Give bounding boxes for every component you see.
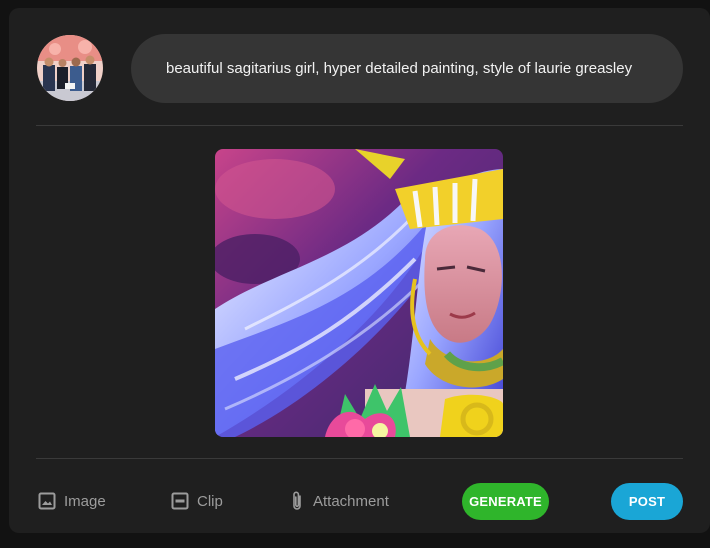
generate-button[interactable]: GENERATE [462, 483, 549, 520]
image-button[interactable]: Image [38, 488, 106, 514]
divider [36, 458, 683, 459]
paperclip-icon [293, 491, 301, 510]
clip-button-label: Clip [197, 492, 223, 510]
attachment-button-label: Attachment [313, 492, 389, 510]
avatar-photo [37, 35, 103, 101]
image-button-label: Image [64, 492, 106, 510]
prompt-input[interactable] [131, 34, 683, 103]
clip-button[interactable]: Clip [171, 488, 223, 514]
gif-icon [171, 492, 189, 510]
post-composer-card: Image Clip Attachment GENERATE POST [9, 8, 710, 533]
avatar[interactable] [37, 35, 103, 101]
post-button[interactable]: POST [611, 483, 683, 520]
attachment-button[interactable]: Attachment [289, 488, 389, 514]
generated-image[interactable] [215, 149, 503, 437]
image-icon [38, 492, 56, 510]
generated-artwork [215, 149, 503, 437]
divider [36, 125, 683, 126]
